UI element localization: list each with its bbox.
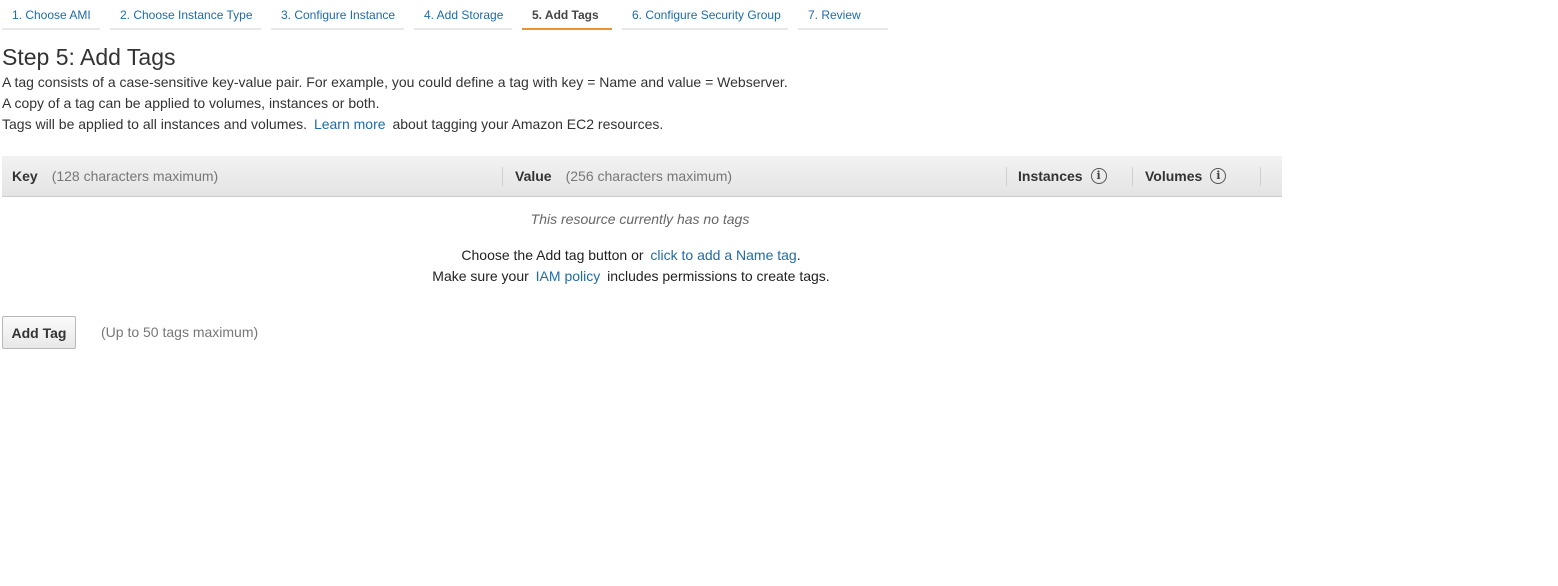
description-line-3-suffix: about tagging your Amazon EC2 resources. — [392, 116, 664, 132]
description-line-3: Tags will be applied to all instances an… — [2, 116, 663, 132]
tab-configure-security-group[interactable]: 6. Configure Security Group — [622, 0, 788, 30]
add-tag-instructions: Choose the Add tag button or click to ad… — [0, 247, 1262, 263]
iam-text-prefix: Make sure your — [432, 268, 529, 284]
column-divider — [1260, 167, 1261, 186]
tags-table-header: Key (128 characters maximum) Value (256 ch… — [2, 156, 1282, 197]
iam-policy-note: Make sure your IAM policy includes permi… — [0, 268, 1262, 284]
column-divider — [1006, 167, 1007, 186]
column-divider — [502, 167, 503, 186]
volumes-column-header: Volumes i — [1145, 156, 1227, 196]
tab-add-tags[interactable]: 5. Add Tags — [522, 0, 612, 30]
choose-text-prefix: Choose the Add tag button or — [461, 247, 644, 263]
tab-choose-instance-type[interactable]: 2. Choose Instance Type — [110, 0, 261, 30]
value-header-hint: (256 characters maximum) — [565, 168, 733, 184]
tab-configure-instance[interactable]: 3. Configure Instance — [271, 0, 404, 30]
empty-tags-message: This resource currently has no tags — [530, 211, 750, 227]
description-line-3-prefix: Tags will be applied to all instances an… — [2, 116, 308, 132]
instances-info-icon[interactable]: i — [1090, 168, 1107, 185]
tab-review[interactable]: 7. Review — [798, 0, 888, 30]
tab-add-storage[interactable]: 4. Add Storage — [414, 0, 512, 30]
value-header-label: Value — [515, 168, 552, 184]
tags-maximum-note: (Up to 50 tags maximum) — [101, 324, 259, 340]
learn-more-link[interactable]: Learn more — [314, 116, 386, 132]
page-title: Step 5: Add Tags — [2, 44, 176, 70]
description-line-1: A tag consists of a case-sensitive key-v… — [2, 74, 788, 90]
volumes-info-icon[interactable]: i — [1210, 168, 1227, 185]
key-header-label: Key — [12, 168, 38, 184]
choose-text-suffix: . — [796, 247, 801, 263]
description-line-2: A copy of a tag can be applied to volume… — [2, 95, 380, 111]
add-tag-button[interactable]: Add Tag — [2, 316, 76, 349]
iam-policy-link[interactable]: IAM policy — [536, 268, 601, 284]
add-name-tag-link[interactable]: click to add a Name tag — [650, 247, 796, 263]
key-header-hint: (128 characters maximum) — [51, 168, 219, 184]
iam-text-suffix: includes permissions to create tags. — [607, 268, 830, 284]
tab-choose-ami[interactable]: 1. Choose AMI — [2, 0, 100, 30]
column-divider — [1132, 167, 1133, 186]
key-column-header: Key (128 characters maximum) — [12, 156, 218, 196]
volumes-header-label: Volumes — [1145, 168, 1203, 184]
instances-column-header: Instances i — [1018, 156, 1107, 196]
instances-header-label: Instances — [1018, 168, 1083, 184]
value-column-header: Value (256 characters maximum) — [515, 156, 732, 196]
